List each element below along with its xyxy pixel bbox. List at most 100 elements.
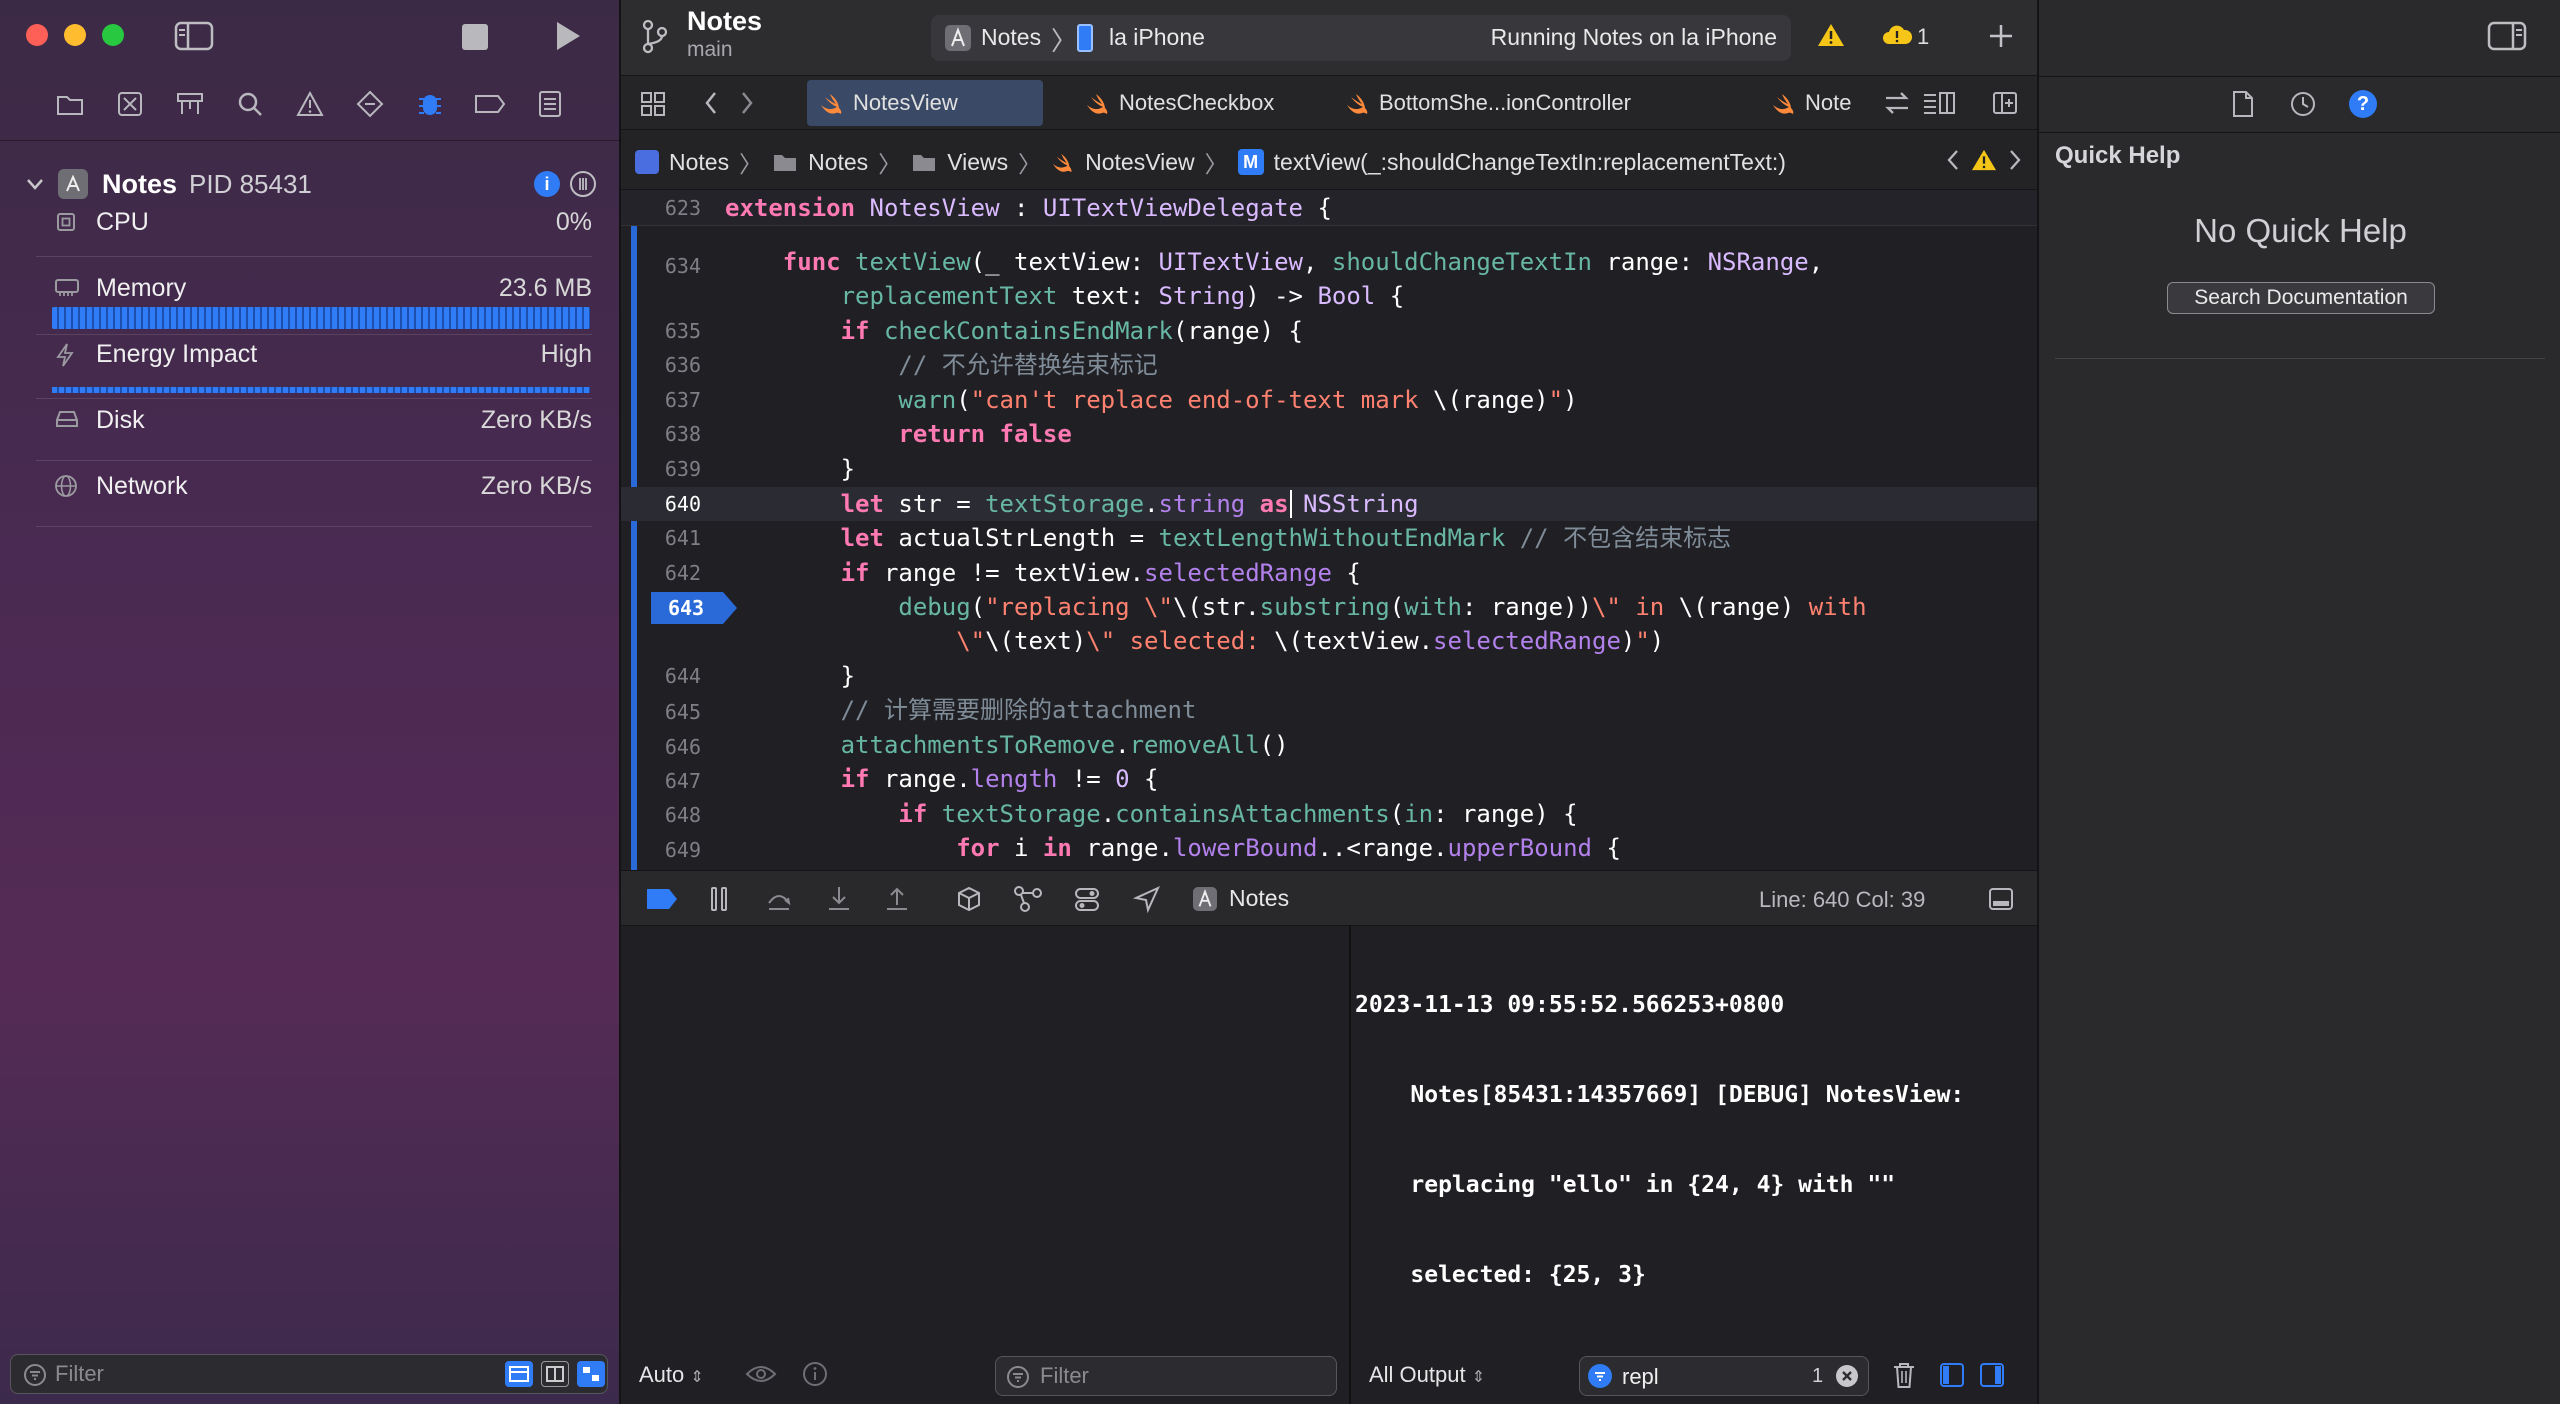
energy-bar [52,387,590,393]
close-window-button[interactable] [26,24,48,46]
pause-icon[interactable] [709,885,729,913]
add-icon[interactable] [1987,22,2015,50]
test-icon[interactable] [352,86,388,122]
filter-option-icon[interactable] [505,1361,533,1387]
gauge-value: Zero KB/s [480,405,592,434]
symbol-icon[interactable] [172,86,208,122]
gauge-memory[interactable]: Memory 23.6 MB [36,264,592,312]
breadcrumb-item[interactable]: Notes [808,149,868,176]
scheme-name[interactable]: Notes [981,24,1041,51]
step-over-icon[interactable] [765,885,793,913]
filter-option-icon[interactable] [577,1361,605,1387]
view-memory-graph-icon[interactable] [570,171,596,197]
file-inspector-icon[interactable] [2231,90,2255,118]
history-icon[interactable] [2289,90,2317,118]
console-search-value: repl [1622,1364,1659,1389]
breadcrumb-item[interactable]: textView(_:shouldChangeTextIn:replacemen… [1274,149,1786,176]
environment-overrides-icon[interactable] [1073,885,1101,913]
report-icon[interactable] [532,86,568,122]
scope-label: Auto [639,1362,685,1387]
show-console-icon[interactable] [1979,1362,2005,1388]
minimize-window-button[interactable] [64,24,86,46]
device-name[interactable]: la iPhone [1109,24,1205,51]
variables-filter-field[interactable]: Filter [995,1356,1337,1396]
filter-option-icon[interactable] [541,1361,569,1387]
clear-search-icon[interactable] [1836,1365,1858,1387]
filter-active-icon [1588,1364,1612,1388]
console-view[interactable]: 2023-11-13 09:55:52.566253+0800 Notes[85… [1351,926,2037,1404]
view-hierarchy-icon[interactable] [955,885,983,913]
swap-icon[interactable] [1883,90,1911,116]
show-variables-icon[interactable] [1939,1362,1965,1388]
source-editor[interactable]: 623 extension NotesView : UITextViewDele… [621,190,2037,870]
log-line: selected: {25, 3} [1355,1262,1646,1288]
tab-label: NotesCheckbox [1119,90,1275,115]
run-icon[interactable] [554,20,582,52]
memory-graph-icon[interactable] [1013,885,1043,913]
breakpoints-toggle-icon[interactable] [647,889,677,909]
breadcrumb-item[interactable]: Notes [669,149,729,176]
warning-icon[interactable] [1971,148,1997,172]
sidebar-toggle-icon[interactable] [174,20,214,52]
hide-debug-area-icon[interactable] [1987,885,2015,913]
info-icon[interactable]: i [534,171,560,197]
app-icon [1193,887,1217,911]
search-documentation-button[interactable]: Search Documentation [2167,282,2435,314]
eye-icon[interactable] [745,1362,777,1386]
split-editor-icon[interactable] [1991,90,2019,116]
source-control-icon[interactable] [112,86,148,122]
console-search-field[interactable]: repl 1 [1579,1356,1869,1396]
code-text: let actualStrLength = textLengthWithoutE… [840,524,1732,552]
warning-icon[interactable] [1817,22,1845,48]
zoom-window-button[interactable] [102,24,124,46]
search-icon[interactable] [232,86,268,122]
activity-view[interactable]: Notes 〉 la iPhone Running Notes on la iP… [931,15,1791,61]
gauge-value: Zero KB/s [480,471,592,500]
grid-icon[interactable] [639,90,667,118]
editor-options-icon[interactable] [1921,90,1957,116]
gauge-disk[interactable]: Disk Zero KB/s [36,396,592,444]
gauge-energy[interactable]: Energy Impact High [36,330,592,378]
gauge-network[interactable]: Network Zero KB/s [36,462,592,510]
gauge-cpu[interactable]: CPU 0% [36,198,592,246]
cloud-warning-icon[interactable] [1881,22,1913,48]
forward-chevron-icon[interactable] [739,90,755,116]
step-out-icon[interactable] [883,885,911,913]
breadcrumb: Notes 〉 Notes 〉 Views 〉 NotesView 〉 M te… [635,145,1786,179]
code-text: func textView(_ textView: UITextView, sh… [782,248,1824,276]
step-into-icon[interactable] [825,885,853,913]
line-number: 647 [664,769,701,793]
run-status: Running Notes on la iPhone [1490,24,1777,50]
tab-bottomsheet[interactable]: BottomShe...ionController [1333,80,1631,126]
location-icon[interactable] [1133,885,1161,913]
inspector-toggle-icon[interactable] [2487,20,2527,52]
tab-notesview[interactable]: NotesView [807,80,1043,126]
prev-issue-icon[interactable] [1945,148,1961,172]
issue-icon[interactable] [292,86,328,122]
stop-icon[interactable] [462,24,488,50]
folder-icon[interactable] [52,86,88,122]
code-text: replacementText text: String) -> Bool { [840,282,1405,310]
tab-notescheckbox[interactable]: NotesCheckbox [1073,80,1303,126]
scope-selector[interactable]: Auto ⇕ [639,1362,704,1388]
disclosure-chevron-icon[interactable] [26,177,44,191]
line-number: 634 [664,254,701,278]
process-name: Notes [102,168,178,199]
info-circle-icon[interactable] [801,1360,829,1388]
output-scope-selector[interactable]: All Output ⇕ [1369,1362,1485,1388]
debug-target[interactable]: Notes [1229,885,1289,912]
inspector-title: Quick Help [2055,142,2181,169]
debug-bar: Notes Line: 640 Col: 39 [621,870,2037,926]
code-text: debug("replacing \"\(str.substring(with:… [898,593,1867,621]
tab-note[interactable]: Note [1759,80,1869,126]
next-issue-icon[interactable] [2007,148,2023,172]
breadcrumb-item[interactable]: Views [947,149,1008,176]
trash-icon[interactable] [1891,1360,1917,1390]
sidebar-filter-field[interactable]: Filter [10,1354,608,1394]
breakpoint-navigator-icon[interactable] [472,86,508,122]
back-chevron-icon[interactable] [703,90,719,116]
debug-navigator-icon[interactable] [412,86,448,122]
breadcrumb-item[interactable]: NotesView [1085,149,1195,176]
code-text: if checkContainsEndMark(range) { [840,317,1303,345]
quick-help-icon[interactable]: ? [2349,90,2377,118]
